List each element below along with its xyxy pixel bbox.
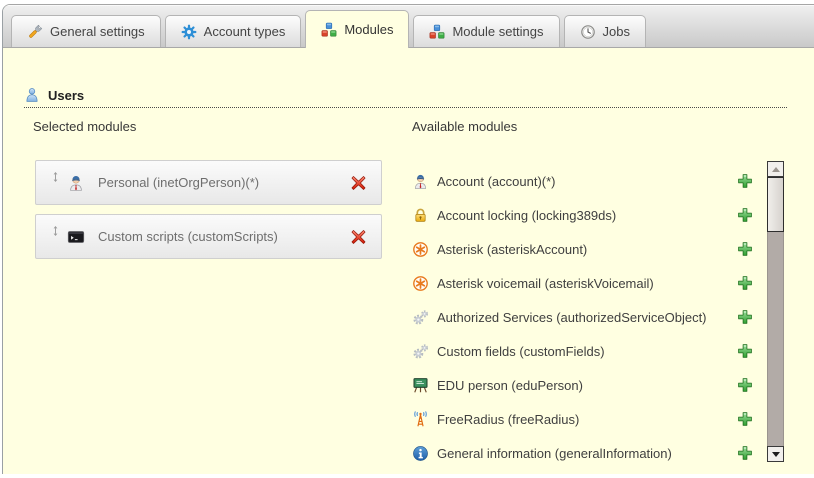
gear-icon xyxy=(181,24,197,40)
wrench-icon xyxy=(27,24,43,40)
available-module-row: Asterisk (asteriskAccount) xyxy=(412,232,753,266)
scrollbar-track[interactable] xyxy=(767,177,784,446)
available-module-label: Authorized Services (authorizedServiceOb… xyxy=(437,310,707,325)
add-module-button[interactable] xyxy=(737,275,753,291)
add-module-button[interactable] xyxy=(737,343,753,359)
available-module-row: EDU person (eduPerson) xyxy=(412,368,753,402)
tab-label: Modules xyxy=(344,22,393,37)
selected-modules-label: Selected modules xyxy=(33,119,136,134)
remove-module-button[interactable] xyxy=(350,174,367,191)
available-module-row: Custom fields (customFields) xyxy=(412,334,753,368)
available-modules-list: Account (account)(*) Account locking (loc… xyxy=(412,164,753,470)
tab-label: General settings xyxy=(50,24,145,39)
modules-tab-content: Users Selected modules Available modules… xyxy=(3,48,814,474)
available-module-row: Asterisk voicemail (asteriskVoicemail) xyxy=(412,266,753,300)
scrollbar[interactable] xyxy=(767,161,784,462)
gears-icon xyxy=(412,309,429,326)
selected-module-label: Custom scripts (customScripts) xyxy=(98,229,278,244)
add-module-button[interactable] xyxy=(737,411,753,427)
person-icon xyxy=(67,174,85,192)
tab-modules[interactable]: Modules xyxy=(305,10,409,48)
tab-account-types[interactable]: Account types xyxy=(165,15,302,47)
selected-module-label: Personal (inetOrgPerson)(*) xyxy=(98,175,259,190)
available-module-row: General information (generalInformation) xyxy=(412,436,753,470)
padlock-icon xyxy=(412,207,429,224)
section-title: Users xyxy=(48,88,84,103)
available-module-label: Asterisk voicemail (asteriskVoicemail) xyxy=(437,276,654,291)
cubes-icon xyxy=(429,24,445,40)
person-icon xyxy=(412,173,429,190)
asterisk-icon xyxy=(412,241,429,258)
settings-window: General settings Account types Modules Modu… xyxy=(2,4,814,474)
tab-label: Module settings xyxy=(452,24,543,39)
available-module-label: EDU person (eduPerson) xyxy=(437,378,583,393)
user-icon xyxy=(24,87,40,103)
available-module-label: Custom fields (customFields) xyxy=(437,344,605,359)
up-arrow-icon xyxy=(772,167,780,172)
available-module-row: Account locking (locking389ds) xyxy=(412,198,753,232)
selected-module-row: Personal (inetOrgPerson)(*) xyxy=(35,160,382,205)
lam-configuration-page: General settings Account types Modules Modu… xyxy=(0,0,814,478)
clock-icon xyxy=(580,24,596,40)
add-module-button[interactable] xyxy=(737,445,753,461)
tab-jobs[interactable]: Jobs xyxy=(564,15,646,47)
terminal-icon xyxy=(67,228,85,246)
available-module-label: Account locking (locking389ds) xyxy=(437,208,616,223)
available-module-row: FreeRadius (freeRadius) xyxy=(412,402,753,436)
available-modules-label: Available modules xyxy=(412,119,517,134)
drag-handle-icon[interactable] xyxy=(50,224,61,238)
add-module-button[interactable] xyxy=(737,207,753,223)
tab-label: Account types xyxy=(204,24,286,39)
available-module-label: Account (account)(*) xyxy=(437,174,556,189)
tab-general-settings[interactable]: General settings xyxy=(11,15,161,47)
board-icon xyxy=(412,377,429,394)
tab-bar: General settings Account types Modules Modu… xyxy=(3,5,814,48)
available-module-label: General information (generalInformation) xyxy=(437,446,672,461)
add-module-button[interactable] xyxy=(737,241,753,257)
scrollbar-up-button[interactable] xyxy=(767,161,784,177)
available-module-row: Account (account)(*) xyxy=(412,164,753,198)
add-module-button[interactable] xyxy=(737,377,753,393)
add-module-button[interactable] xyxy=(737,309,753,325)
tab-label: Jobs xyxy=(603,24,630,39)
add-module-button[interactable] xyxy=(737,173,753,189)
available-module-label: FreeRadius (freeRadius) xyxy=(437,412,579,427)
info-icon xyxy=(412,445,429,462)
cubes-icon xyxy=(321,22,337,38)
antenna-icon xyxy=(412,411,429,428)
available-module-row: Authorized Services (authorizedServiceOb… xyxy=(412,300,753,334)
down-arrow-icon xyxy=(772,452,780,457)
drag-handle-icon[interactable] xyxy=(50,170,61,184)
selected-modules-list: Personal (inetOrgPerson)(*) Custom script… xyxy=(35,160,382,268)
users-section-header: Users xyxy=(24,87,787,108)
scrollbar-thumb[interactable] xyxy=(767,177,784,232)
tab-module-settings[interactable]: Module settings xyxy=(413,15,559,47)
available-module-label: Asterisk (asteriskAccount) xyxy=(437,242,587,257)
asterisk-icon xyxy=(412,275,429,292)
remove-module-button[interactable] xyxy=(350,228,367,245)
gears-icon xyxy=(412,343,429,360)
selected-module-row: Custom scripts (customScripts) xyxy=(35,214,382,259)
scrollbar-down-button[interactable] xyxy=(767,446,784,462)
